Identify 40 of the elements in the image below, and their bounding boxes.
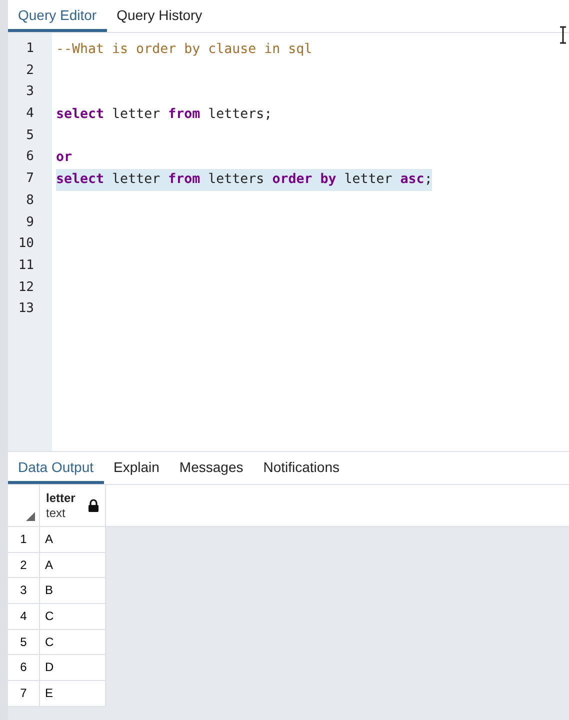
text-cursor-icon — [559, 26, 567, 44]
line-number: 13 — [17, 300, 35, 318]
row-number: 4 — [8, 604, 40, 630]
table-cell: D — [40, 655, 106, 682]
line-number: 12 — [17, 278, 35, 297]
editor-tab[interactable]: Query History — [106, 0, 212, 32]
line-number: 4 — [25, 105, 35, 124]
line-number: 8 — [25, 192, 35, 210]
line-number: 6 — [25, 148, 35, 166]
row-number: 5 — [8, 630, 40, 656]
column-name: letter — [46, 490, 76, 506]
code-line: select letter from letters; — [56, 106, 272, 124]
table-cell: A — [40, 552, 106, 578]
lock-icon — [88, 499, 99, 512]
row-number: 1 — [8, 527, 40, 553]
line-number: 9 — [25, 214, 35, 232]
code-line: or — [56, 149, 72, 168]
line-number: 10 — [17, 235, 35, 254]
output-tab[interactable]: Explain — [104, 452, 170, 484]
line-number: 11 — [17, 256, 35, 275]
line-number: 7 — [25, 170, 35, 188]
column-header[interactable]: letter text — [40, 485, 106, 526]
output-tab[interactable]: Notifications — [253, 452, 350, 484]
table-cell: C — [40, 604, 106, 630]
line-number: 2 — [25, 62, 35, 80]
table-cell: B — [40, 578, 106, 604]
code-line: --What is order by clause in sql — [56, 41, 312, 59]
line-number: 1 — [25, 40, 35, 58]
row-number: 2 — [8, 552, 40, 578]
row-number: 7 — [8, 681, 40, 707]
line-number: 3 — [25, 83, 35, 102]
table-cell: C — [40, 630, 106, 656]
row-number: 6 — [8, 655, 40, 682]
column-type: text — [46, 506, 66, 520]
resize-corner-icon — [26, 512, 35, 521]
line-number: 5 — [25, 126, 35, 145]
row-number: 3 — [8, 578, 40, 604]
output-tab[interactable]: Messages — [169, 452, 254, 484]
table-cell: A — [40, 527, 106, 553]
table-cell: E — [40, 681, 106, 707]
